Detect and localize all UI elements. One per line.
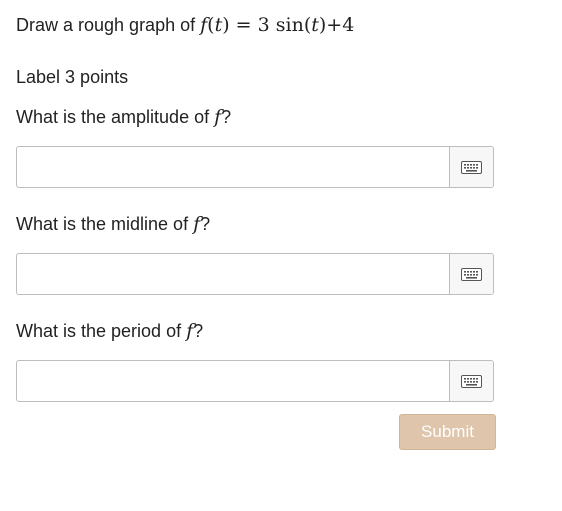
keyboard-icon: [461, 267, 482, 281]
keyboard-icon: [461, 374, 482, 388]
period-question: What is the period of f?: [16, 320, 204, 342]
function-expression: f(t) = 3 sin(t)+4: [200, 14, 355, 36]
midline-question: What is the midline of f?: [16, 213, 211, 235]
label-points-instruction: Label 3 points: [16, 67, 129, 87]
prompt-text: Draw a rough graph of: [16, 15, 201, 35]
keyboard-icon: [461, 160, 482, 174]
period-input[interactable]: [17, 361, 449, 401]
problem-prompt: Draw a rough graph of f(t) = 3 sin(t)+4: [16, 12, 354, 38]
amplitude-keyboard-button[interactable]: [449, 147, 493, 187]
amplitude-input[interactable]: [17, 147, 449, 187]
period-keyboard-button[interactable]: [449, 361, 493, 401]
submit-button[interactable]: Submit: [399, 414, 496, 450]
midline-input[interactable]: [17, 254, 449, 294]
period-answer-box: [16, 360, 494, 402]
amplitude-answer-box: [16, 146, 494, 188]
midline-keyboard-button[interactable]: [449, 254, 493, 294]
midline-answer-box: [16, 253, 494, 295]
amplitude-question: What is the amplitude of f?: [16, 106, 232, 128]
